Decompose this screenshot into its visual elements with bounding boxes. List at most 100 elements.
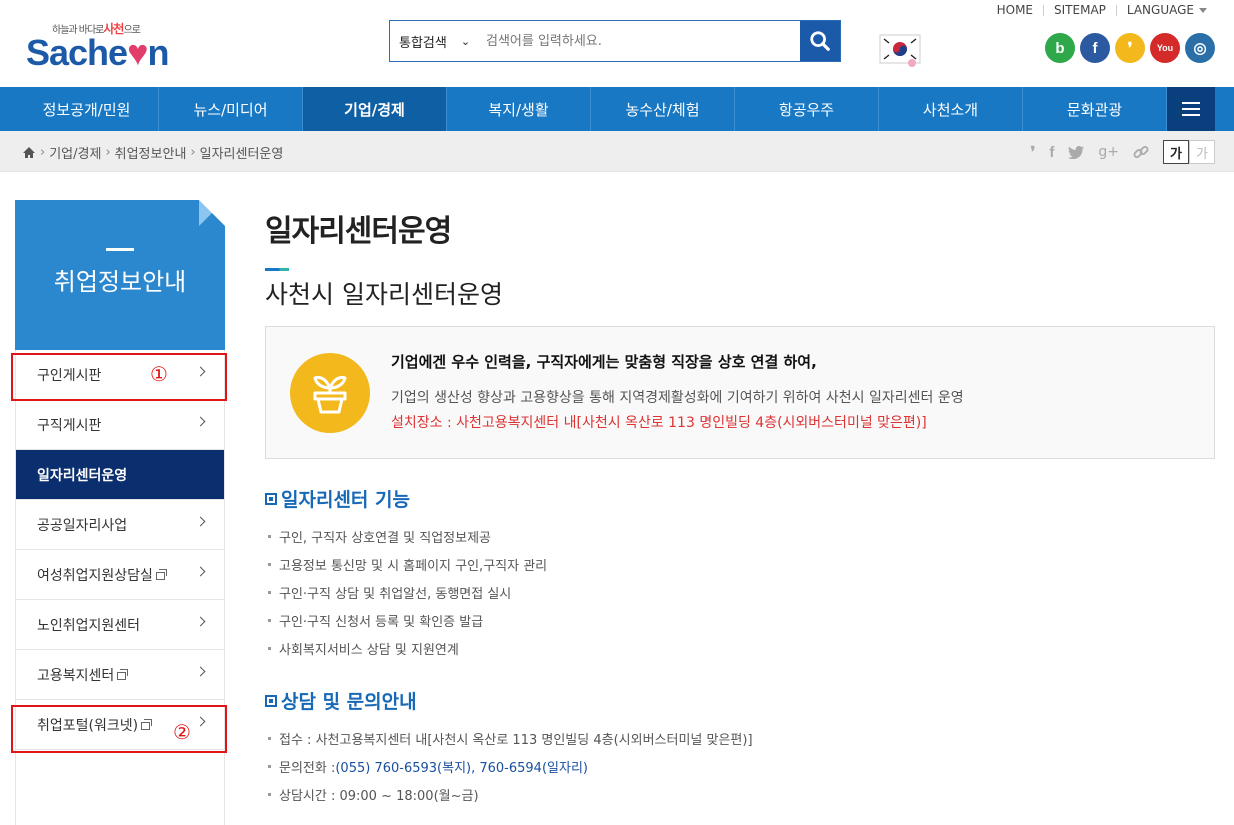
font-size-controls: 가 가 <box>1163 140 1215 164</box>
sidebar-item[interactable]: 구직게시판 <box>16 400 224 450</box>
annotation-number-2: ② <box>173 720 191 744</box>
intro-box: 기업에겐 우수 인력을, 구직자에게는 맞춤형 직장을 상호 연결 하여, 기업… <box>265 326 1215 459</box>
gnb-item[interactable]: 항공우주 <box>735 87 879 131</box>
kakao-icon[interactable]: ❜ <box>1115 33 1145 63</box>
breadcrumb-item[interactable]: 취업정보안내 <box>115 143 187 162</box>
function-item: 고용정보 통신망 및 시 홈페이지 구인,구직자 관리 <box>268 555 547 574</box>
youtube-icon[interactable]: You <box>1150 33 1180 63</box>
annotation-box-1 <box>11 353 227 401</box>
logo-wordmark: Sache♥n <box>26 32 169 73</box>
twitter-share-icon[interactable] <box>1068 145 1085 159</box>
search-icon <box>810 31 830 51</box>
square-bullet-icon <box>265 492 277 505</box>
contact-reception: 접수 : 사천고용복지센터 내[사천시 옥산로 113 명인빌딩 4층(시외버스… <box>268 729 753 748</box>
hamburger-icon <box>1182 102 1200 104</box>
section-heading-functions: 일자리센터 기능 <box>265 485 410 512</box>
chevron-right-icon <box>195 616 206 627</box>
sitemap-link[interactable]: SITEMAP <box>1054 3 1106 17</box>
search-scope-select[interactable]: 통합검색 ⌄ <box>390 21 482 61</box>
kakao-story-icon[interactable]: ❜ <box>1031 143 1036 161</box>
social-links: b f ❜ You ◎ <box>1045 33 1215 63</box>
breadcrumb-bar: › 기업/경제 › 취업정보안내 › 일자리센터운영 ❜ f g+ 가 가 <box>0 131 1234 172</box>
breadcrumb-item[interactable]: 기업/경제 <box>49 143 101 162</box>
sidebar-item[interactable]: 일자리센터운영 <box>16 450 224 500</box>
page-subtitle: 사천시 일자리센터운영 <box>265 280 503 309</box>
function-item: 사회복지서비스 상담 및 지원연계 <box>268 639 459 658</box>
gnb-item[interactable]: 농수산/체험 <box>591 87 735 131</box>
gnb-item[interactable]: 뉴스/미디어 <box>159 87 303 131</box>
page-title: 일자리센터운영 <box>265 214 452 249</box>
sidebar-title: 취업정보안내 <box>53 268 187 296</box>
utility-links: HOME SITEMAP LANGUAGE <box>997 3 1207 17</box>
chevron-down-icon: ⌄ <box>460 34 471 48</box>
home-icon <box>23 147 35 158</box>
share-tools: ❜ f g+ 가 가 <box>1031 140 1215 164</box>
sidebar-item-label: 여성취업지원상담실 <box>37 567 153 584</box>
external-link-icon <box>155 568 167 580</box>
intro-headline: 기업에겐 우수 인력을, 구직자에게는 맞춤형 직장을 상호 연결 하여, <box>391 353 817 371</box>
language-label: LANGUAGE <box>1126 3 1194 17</box>
intro-location: 설치장소 : 사천고용복지센터 내[사천시 옥산로 113 명인빌딩 4층(시외… <box>391 415 927 431</box>
language-dropdown[interactable]: LANGUAGE <box>1127 3 1207 17</box>
title-dash <box>106 248 134 251</box>
sidebar-item[interactable]: 여성취업지원상담실 <box>16 550 224 600</box>
gnb-item[interactable]: 사천소개 <box>879 87 1023 131</box>
google-plus-icon[interactable]: g+ <box>1098 144 1119 160</box>
menu-button[interactable] <box>1167 87 1215 131</box>
annotation-number-1: ① <box>150 362 168 386</box>
chevron-right-icon <box>195 666 206 677</box>
facebook-share-icon[interactable]: f <box>1049 144 1054 161</box>
facebook-icon[interactable]: f <box>1080 33 1110 63</box>
square-bullet-icon <box>265 694 277 707</box>
font-size-small-button[interactable]: 가 <box>1189 140 1215 164</box>
sidebar-item-label: 일자리센터운영 <box>37 467 128 484</box>
chevron-right-icon: › <box>40 145 46 160</box>
sidebar-item-label: 노인취업지원센터 <box>37 617 141 634</box>
gnb-item[interactable]: 복지/생활 <box>447 87 591 131</box>
divider <box>1115 4 1117 16</box>
function-item: 구인·구직 신청서 등록 및 확인증 발급 <box>268 611 483 630</box>
breadcrumb-item[interactable]: 일자리센터운영 <box>200 143 284 162</box>
sidebar-item[interactable]: 공공일자리사업 <box>16 500 224 550</box>
contact-hours: 상담시간 : 09:00 ~ 18:00(월~금) <box>268 785 479 804</box>
sidebar-item-label: 공공일자리사업 <box>37 517 128 534</box>
gnb-item[interactable]: 정보공개/민원 <box>15 87 159 131</box>
chevron-right-icon <box>195 416 206 427</box>
subtitle-accent <box>265 268 289 271</box>
sidebar-menu: 구인게시판 구직게시판 일자리센터운영 공공일자리사업 여성취업지원상담실 노인취업지원센… <box>15 350 225 825</box>
search-bar: 통합검색 ⌄ <box>389 20 841 62</box>
breadcrumb: › 기업/경제 › 취업정보안내 › 일자리센터운영 <box>22 143 283 162</box>
external-link-icon <box>117 668 129 680</box>
phone-number: (055) 760-6593(복지), 760-6594(일자리) <box>335 761 588 776</box>
link-icon[interactable] <box>1133 144 1149 160</box>
sidebar-item-label: 고용복지센터 <box>37 667 115 684</box>
gnb-item[interactable]: 기업/경제 <box>303 87 447 131</box>
sidebar-item[interactable]: 고용복지센터 <box>16 650 224 700</box>
function-item: 구인·구직 상담 및 취업알선, 동행면접 실시 <box>268 583 511 602</box>
chevron-right-icon: › <box>105 145 111 160</box>
chevron-right-icon <box>195 516 206 527</box>
search-scope-label: 통합검색 <box>399 35 447 51</box>
gnb-item[interactable]: 문화관광 <box>1023 87 1167 131</box>
chevron-right-icon: › <box>190 145 196 160</box>
search-button[interactable] <box>800 21 840 61</box>
function-item: 구인, 구직자 상호연결 및 직업정보제공 <box>268 527 491 546</box>
sidebar-item[interactable]: 노인취업지원센터 <box>16 600 224 650</box>
chevron-right-icon <box>195 566 206 577</box>
sidebar-header: 취업정보안내 <box>15 200 225 350</box>
caret-down-icon <box>1199 8 1207 13</box>
instagram-icon[interactable]: ◎ <box>1185 33 1215 63</box>
font-size-large-button[interactable]: 가 <box>1163 140 1189 164</box>
sidebar-item-label: 구직게시판 <box>37 417 102 434</box>
annotation-box-2 <box>11 705 227 753</box>
main-navigation: 정보공개/민원 뉴스/미디어 기업/경제 복지/생활 농수산/체험 항공우주 사천소개 문화관… <box>0 87 1234 131</box>
divider <box>1043 4 1045 16</box>
sacheon-logo[interactable]: 하늘과 바다로사천으로 Sache♥n <box>26 14 176 73</box>
blog-icon[interactable]: b <box>1045 33 1075 63</box>
search-input[interactable] <box>482 21 800 61</box>
contact-phone: 문의전화 : (055) 760-6593(복지), 760-6594(일자리) <box>268 757 588 776</box>
korean-flag-icon[interactable] <box>878 33 922 67</box>
section-heading-contact: 상담 및 문의안내 <box>265 687 417 714</box>
home-link[interactable]: HOME <box>997 3 1033 17</box>
plant-pot-icon <box>290 353 370 433</box>
